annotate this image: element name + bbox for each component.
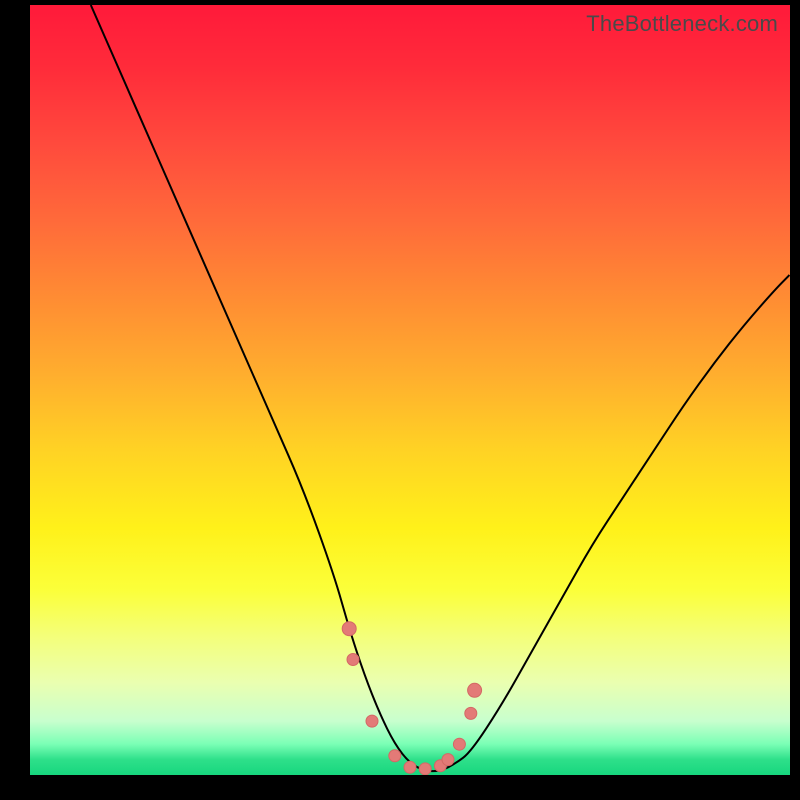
plot-area: TheBottleneck.com bbox=[30, 5, 790, 775]
data-point bbox=[347, 654, 359, 666]
data-point bbox=[442, 754, 454, 766]
data-point bbox=[389, 750, 401, 762]
chart-frame: TheBottleneck.com bbox=[0, 0, 800, 800]
data-point bbox=[419, 763, 431, 775]
data-point bbox=[342, 622, 356, 636]
data-point bbox=[453, 738, 465, 750]
data-point bbox=[465, 707, 477, 719]
data-point bbox=[366, 715, 378, 727]
bottleneck-chart bbox=[30, 5, 790, 775]
data-point bbox=[468, 683, 482, 697]
data-point bbox=[404, 761, 416, 773]
data-points-group bbox=[342, 622, 481, 775]
bottleneck-curve bbox=[91, 5, 790, 771]
